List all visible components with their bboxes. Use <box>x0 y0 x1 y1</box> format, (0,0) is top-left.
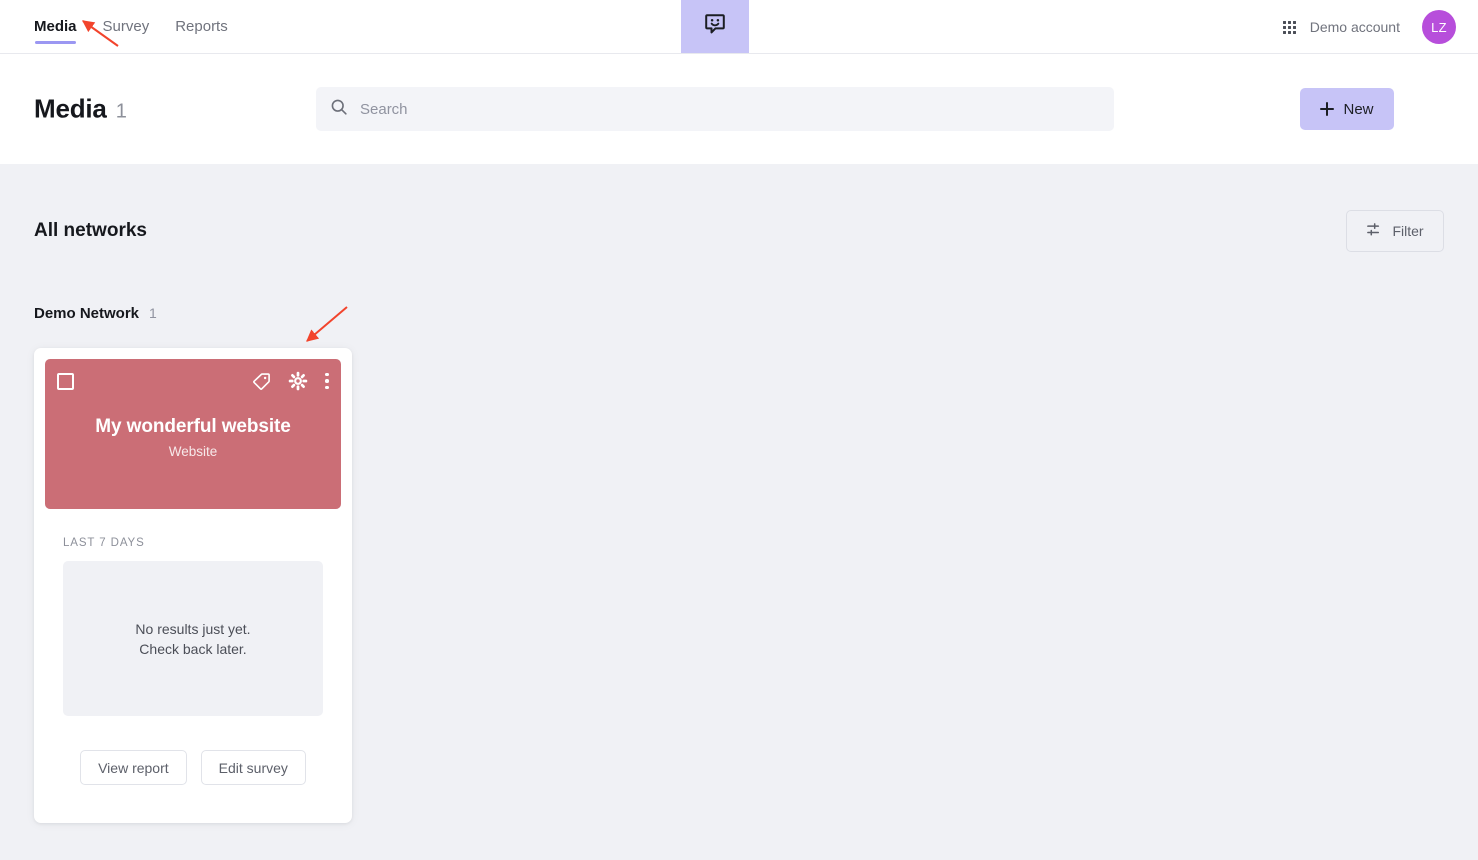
network-name: Demo Network <box>34 305 140 322</box>
card-hero-toolbar <box>57 371 329 391</box>
app-root: Media Survey Reports Demo account LZ Med… <box>0 0 1478 860</box>
kebab-menu-icon[interactable] <box>325 372 329 390</box>
edit-survey-button[interactable]: Edit survey <box>200 750 306 785</box>
view-report-button[interactable]: View report <box>80 750 187 785</box>
card-hero-text: My wonderful website Website <box>57 416 329 459</box>
tab-media-label: Media <box>34 17 77 35</box>
network-header: Demo Network 1 <box>34 305 1444 322</box>
filter-button-label: Filter <box>1392 223 1424 239</box>
avatar[interactable]: LZ <box>1422 10 1456 44</box>
tab-media[interactable]: Media <box>34 0 77 54</box>
chat-smiley-icon <box>703 12 727 41</box>
section-title: All networks <box>34 220 147 241</box>
page-title-text: Media <box>34 93 107 124</box>
topbar-right-cluster: Demo account LZ <box>1282 0 1478 54</box>
card-select-checkbox[interactable] <box>57 372 74 390</box>
empty-state-line-2: Check back later. <box>139 640 247 657</box>
card-hero: My wonderful website Website <box>45 359 341 509</box>
search-icon <box>330 98 348 121</box>
chat-support-button[interactable] <box>681 0 749 53</box>
content-area: All networks Filter Demo Network 1 My wo… <box>0 164 1478 823</box>
plus-icon <box>1320 102 1335 116</box>
new-button[interactable]: New <box>1300 88 1394 130</box>
media-card[interactable]: My wonderful website Website LAST 7 DAYS… <box>34 348 352 823</box>
page-title: Media 1 <box>34 94 127 125</box>
card-subtitle: Website <box>168 444 218 459</box>
gear-icon[interactable] <box>288 371 308 391</box>
new-button-label: New <box>1343 100 1374 118</box>
search-input[interactable] <box>360 100 1100 118</box>
apps-grid-icon[interactable] <box>1282 20 1296 34</box>
card-title: My wonderful website <box>95 416 291 437</box>
tab-survey[interactable]: Survey <box>103 0 150 54</box>
page-title-count: 1 <box>115 100 127 123</box>
empty-state-line-1: No results just yet. <box>135 620 251 637</box>
tab-survey-label: Survey <box>102 17 150 35</box>
top-navigation-bar: Media Survey Reports Demo account LZ <box>0 0 1478 54</box>
card-empty-state: No results just yet. Check back later. <box>63 561 323 716</box>
account-menu[interactable]: Demo account <box>1310 19 1400 35</box>
card-stats-label: LAST 7 DAYS <box>63 537 145 549</box>
tab-reports[interactable]: Reports <box>175 0 228 54</box>
section-header: All networks Filter <box>34 164 1444 252</box>
card-hero-icons <box>252 371 329 391</box>
tag-icon[interactable] <box>252 372 271 391</box>
tab-reports-label: Reports <box>175 17 228 35</box>
filter-button[interactable]: Filter <box>1346 210 1444 252</box>
nav-tabs: Media Survey Reports <box>0 0 228 53</box>
sliders-filter-icon <box>1366 221 1383 241</box>
page-header: Media 1 New <box>0 54 1478 164</box>
search-bar[interactable] <box>316 87 1114 131</box>
network-count: 1 <box>149 305 157 321</box>
card-actions: View report Edit survey <box>45 716 341 823</box>
card-grid: My wonderful website Website LAST 7 DAYS… <box>34 348 1444 823</box>
